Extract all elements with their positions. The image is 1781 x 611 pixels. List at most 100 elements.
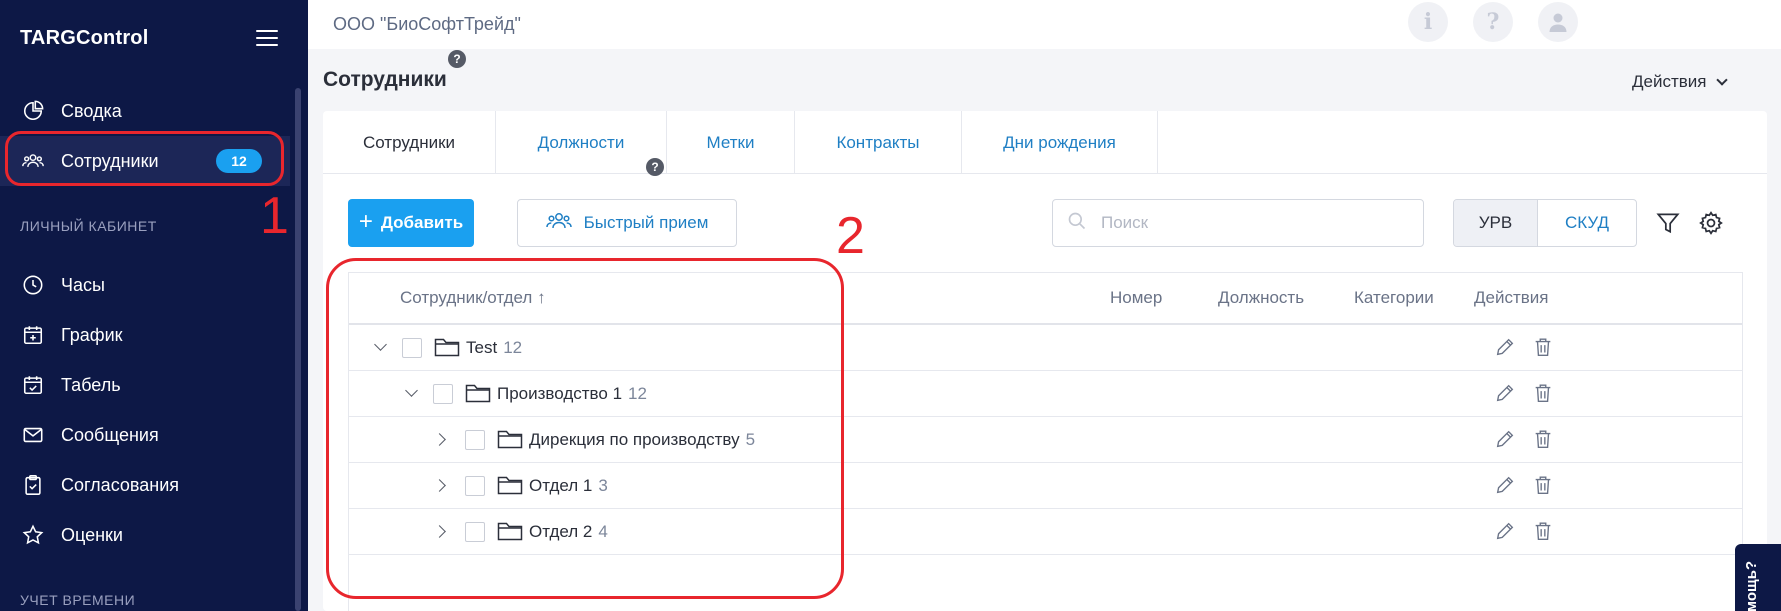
table-row[interactable]: Отдел 1 3 xyxy=(349,463,1742,509)
tab-tags[interactable]: Метки xyxy=(667,111,795,174)
info-icon[interactable]: i xyxy=(1408,2,1448,42)
clipboard-check-icon xyxy=(20,472,46,498)
sidebar-item-summary[interactable]: Сводка xyxy=(0,86,290,136)
sidebar-item-label: Согласования xyxy=(61,474,180,495)
row-checkbox[interactable] xyxy=(433,384,453,404)
question-icon[interactable]: ? xyxy=(1473,2,1513,42)
plus-icon: + xyxy=(358,208,373,235)
sidebar-item-hours[interactable]: Часы xyxy=(0,260,290,310)
sidebar: TARGControl Сводка Сотрудники 12 ЛИЧНЫЙ … xyxy=(0,0,308,611)
users-icon xyxy=(20,148,46,174)
user-icon[interactable] xyxy=(1538,2,1578,42)
mode-urv-button[interactable]: УРВ xyxy=(1454,200,1538,246)
chevron-down-icon[interactable] xyxy=(374,338,387,351)
sidebar-header: TARGControl xyxy=(0,0,308,76)
search-field[interactable] xyxy=(1052,199,1424,247)
sidebar-scrollbar[interactable] xyxy=(295,88,301,611)
edit-icon[interactable] xyxy=(1494,428,1518,452)
department-label: Отдел 2 xyxy=(529,522,593,541)
menu-toggle-icon[interactable] xyxy=(256,30,278,46)
column-categories[interactable]: Категории xyxy=(1354,288,1434,308)
sidebar-item-schedule[interactable]: График xyxy=(0,310,290,360)
delete-icon[interactable] xyxy=(1532,382,1556,406)
topbar: ООО "БиоСофтТрейд" i ? xyxy=(308,0,1781,49)
app-logo[interactable]: TARGControl xyxy=(20,27,148,50)
delete-icon[interactable] xyxy=(1532,428,1556,452)
sidebar-item-employees[interactable]: Сотрудники 12 xyxy=(0,136,290,186)
table-row[interactable]: Test 12 xyxy=(349,325,1742,371)
department-count: 3 xyxy=(598,476,608,495)
organization-name[interactable]: ООО "БиоСофтТрейд" xyxy=(333,14,521,35)
row-checkbox[interactable] xyxy=(402,338,422,358)
department-count: 4 xyxy=(598,522,608,541)
sidebar-item-label: Оценки xyxy=(61,524,123,545)
edit-icon[interactable] xyxy=(1494,474,1518,498)
help-side-tab-label: мощь? xyxy=(1743,560,1760,611)
actions-dropdown[interactable]: Действия xyxy=(1632,72,1729,92)
table-row[interactable]: Производство 1 12 xyxy=(349,371,1742,417)
column-number[interactable]: Номер xyxy=(1110,288,1162,308)
folder-icon xyxy=(434,336,460,358)
department-count: 12 xyxy=(628,384,647,403)
edit-icon[interactable] xyxy=(1494,336,1518,360)
edit-icon[interactable] xyxy=(1494,382,1518,406)
table-header: Сотрудник/отдел ↑ Номер Должность Катего… xyxy=(349,273,1742,325)
department-label: Отдел 1 xyxy=(529,476,593,495)
quick-hire-label: Быстрый прием xyxy=(583,213,709,232)
employees-card: Сотрудники Должности Метки Контракты Дни… xyxy=(323,111,1767,611)
tab-birthdays[interactable]: Дни рождения xyxy=(962,111,1158,174)
column-position[interactable]: Должность xyxy=(1218,288,1304,308)
page-title: Сотрудники xyxy=(323,68,447,91)
row-checkbox[interactable] xyxy=(465,430,485,450)
department-name[interactable]: Производство 1 12 xyxy=(497,384,647,404)
filter-icon[interactable] xyxy=(1654,209,1682,237)
department-label: Дирекция по производству xyxy=(529,430,740,449)
department-name[interactable]: Test 12 xyxy=(466,338,522,358)
search-input[interactable] xyxy=(1101,213,1401,233)
gear-icon[interactable] xyxy=(1697,209,1725,237)
page-help-icon[interactable]: ? xyxy=(448,50,466,68)
sidebar-item-messages[interactable]: Сообщения xyxy=(0,410,290,460)
quick-hire-button[interactable]: Быстрый прием xyxy=(517,199,737,247)
edit-icon[interactable] xyxy=(1494,520,1518,544)
tab-bar: Сотрудники Должности Метки Контракты Дни… xyxy=(323,111,1767,174)
tab-positions[interactable]: Должности xyxy=(496,111,667,174)
tab-employees[interactable]: Сотрудники xyxy=(323,111,496,174)
actions-dropdown-label: Действия xyxy=(1632,72,1707,91)
department-name[interactable]: Дирекция по производству 5 xyxy=(529,430,755,450)
delete-icon[interactable] xyxy=(1532,520,1556,544)
folder-icon xyxy=(497,520,523,542)
chevron-right-icon[interactable] xyxy=(433,525,446,538)
chevron-right-icon[interactable] xyxy=(433,479,446,492)
help-side-tab[interactable]: мощь? xyxy=(1735,544,1781,611)
department-name[interactable]: Отдел 2 4 xyxy=(529,522,608,542)
count-badge: 12 xyxy=(216,149,262,173)
sidebar-item-label: Часы xyxy=(61,274,105,295)
delete-icon[interactable] xyxy=(1532,474,1556,498)
add-button-label: Добавить xyxy=(380,213,464,232)
table-row[interactable]: Отдел 2 4 xyxy=(349,509,1742,555)
sidebar-item-approvals[interactable]: Согласования xyxy=(0,460,290,510)
section-title-personal: ЛИЧНЫЙ КАБИНЕТ xyxy=(20,218,157,234)
row-checkbox[interactable] xyxy=(465,522,485,542)
chevron-down-icon xyxy=(1716,74,1729,86)
delete-icon[interactable] xyxy=(1532,336,1556,360)
users-icon xyxy=(545,210,572,237)
sidebar-item-timesheet[interactable]: Табель xyxy=(0,360,290,410)
sidebar-item-ratings[interactable]: Оценки xyxy=(0,510,290,560)
table-row[interactable]: Дирекция по производству 5 xyxy=(349,417,1742,463)
chevron-right-icon[interactable] xyxy=(433,433,446,446)
add-button[interactable]: + Добавить xyxy=(348,199,474,247)
sidebar-item-label: Сотрудники xyxy=(61,150,159,171)
department-count: 12 xyxy=(503,338,523,357)
tab-contracts[interactable]: Контракты xyxy=(795,111,962,174)
row-checkbox[interactable] xyxy=(465,476,485,496)
department-name[interactable]: Отдел 1 3 xyxy=(529,476,608,496)
column-employee[interactable]: Сотрудник/отдел ↑ xyxy=(400,288,546,308)
mode-skud-button[interactable]: СКУД xyxy=(1538,200,1636,246)
quick-hire-help-icon[interactable]: ? xyxy=(646,158,664,176)
folder-icon xyxy=(465,382,491,404)
calendar-check-icon xyxy=(20,372,46,398)
chevron-down-icon[interactable] xyxy=(405,384,418,397)
envelope-icon xyxy=(20,422,46,448)
